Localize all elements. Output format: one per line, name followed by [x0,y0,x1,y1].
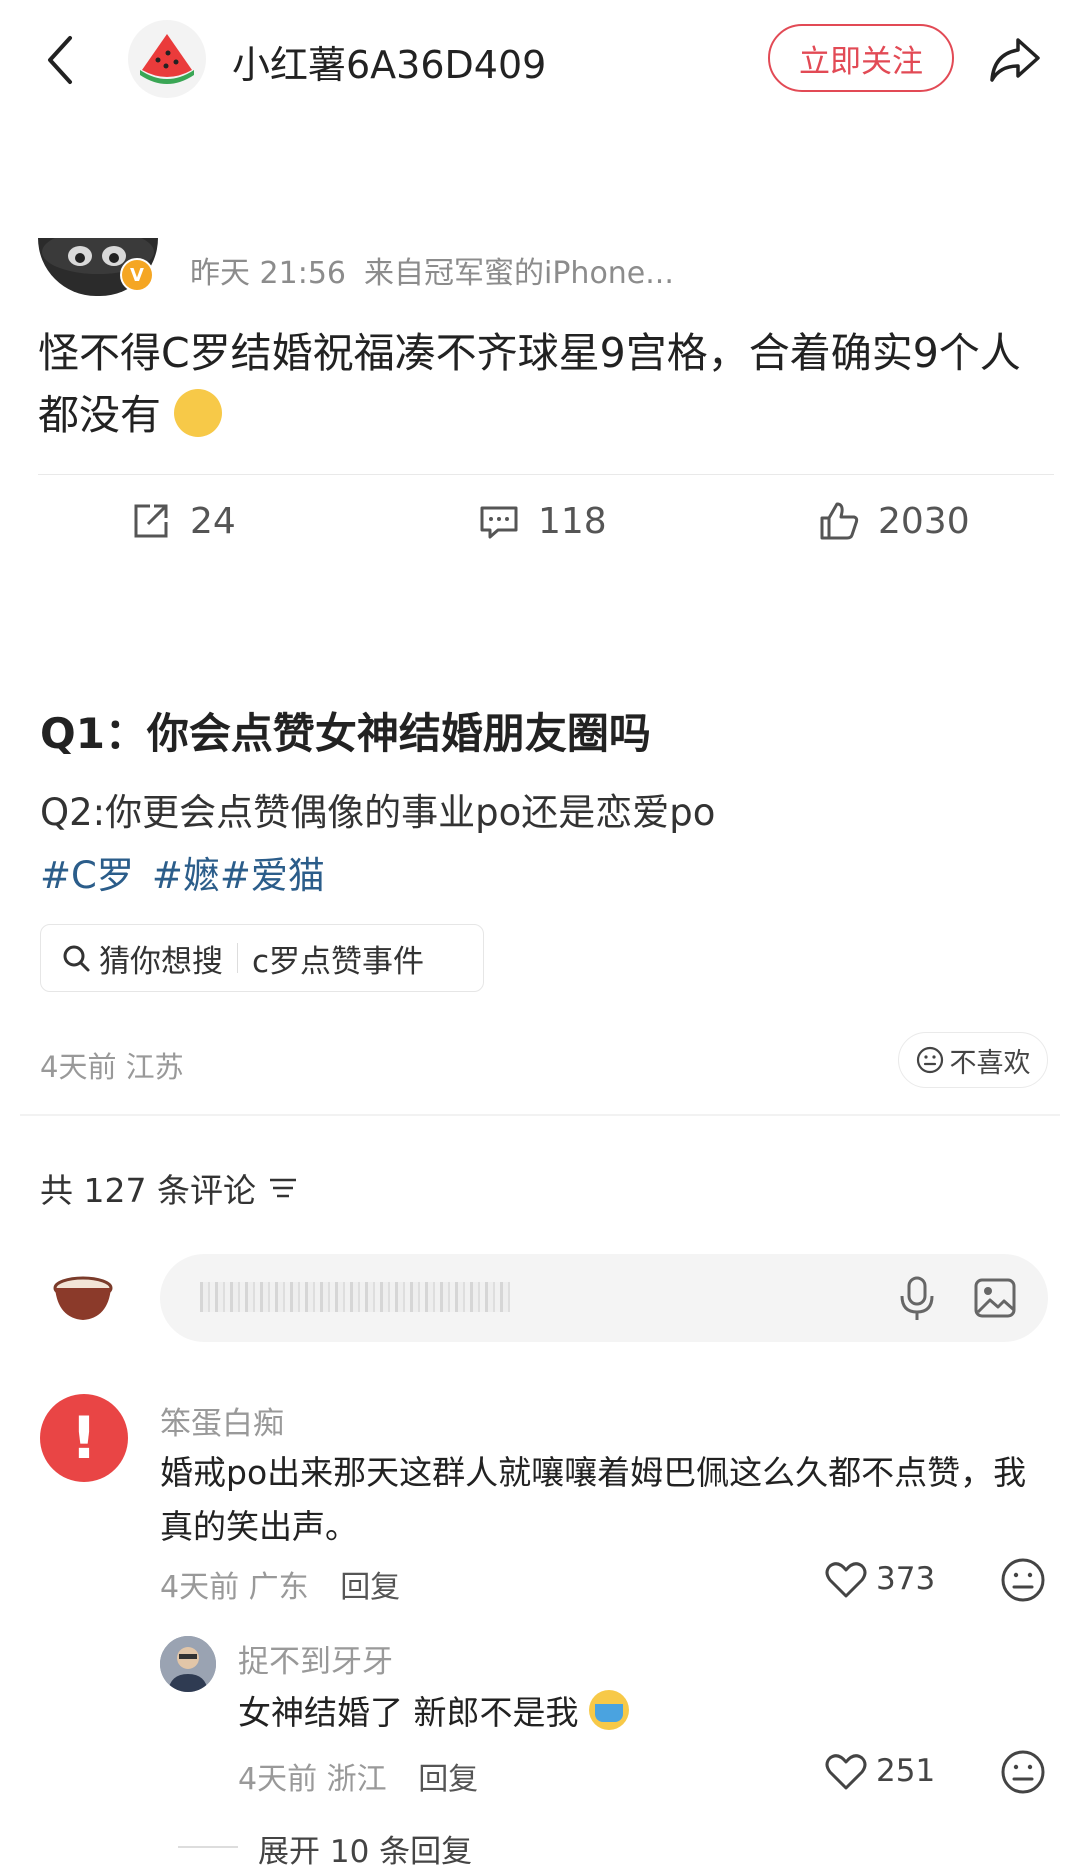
chevron-left-icon [48,36,72,84]
weibo-source: 来自冠军蜜的iPhone... [364,256,674,291]
heart-icon [825,1754,867,1790]
post-tags: #C罗 #嬷#爱猫 [40,845,343,899]
comment-count-label: 共 127 条评论 [40,1171,256,1210]
reply-like-count: 251 [876,1753,936,1789]
neutral-face-icon [1001,1558,1045,1602]
reply-meta: 4天前 浙江 回复 [238,1754,478,1798]
post-title: Q1：你会点赞女神结婚朋友圈吗 [40,709,651,758]
person-photo-icon [160,1636,216,1692]
divider [38,474,1054,475]
comment-text: 婚戒po出来那天这群人就嚷嚷着姆巴佩这么久都不点赞，我真的笑出声。 [160,1453,1027,1546]
dislike-button[interactable]: 不喜欢 [898,1032,1048,1088]
share-button[interactable] [986,32,1042,88]
input-placeholder-blurred [200,1282,510,1312]
heart-icon [825,1562,867,1598]
sort-icon [269,1178,296,1198]
comment-count-header[interactable]: 共 127 条评论 [40,1164,298,1212]
microphone-icon [900,1276,934,1320]
image-icon [974,1278,1016,1318]
vip-badge: V [120,258,154,292]
post-location: 江苏 [125,1050,184,1084]
back-button[interactable] [40,30,80,90]
weibo-time: 昨天 21:56 [190,256,346,291]
like-stat-count: 2030 [878,500,970,542]
reply-date: 4天前 [238,1762,318,1797]
guess-search-chip[interactable]: 猜你想搜 c罗点赞事件 [40,924,484,992]
reply-dislike-button[interactable] [1000,1749,1046,1799]
follow-button[interactable]: 立即关注 [768,24,954,92]
reply-like-button[interactable]: 251 [824,1750,935,1792]
author-avatar[interactable] [128,20,206,98]
post-date: 4天前 [40,1050,117,1084]
comment-meta: 4天前 广东 回复 [160,1562,400,1606]
sweat-emoji-icon [174,389,223,437]
author-name[interactable]: 小红薯6A36D409 [232,34,546,89]
reply-text-content: 女神结婚了 新郎不是我 [238,1693,579,1732]
image-input-button[interactable] [972,1276,1018,1320]
reply-commenter-avatar[interactable] [160,1636,216,1692]
search-icon [63,945,90,972]
reply-button[interactable]: 回复 [340,1570,400,1605]
comment-like-count: 373 [876,1561,936,1597]
my-avatar [52,1268,114,1324]
repost-icon [134,504,168,538]
reply-button[interactable]: 回复 [418,1762,478,1797]
guess-label: 猜你想搜 [99,943,223,980]
like-stat[interactable]: 2030 [818,500,970,542]
share-arrow-icon [990,38,1040,82]
reply-location: 浙江 [326,1762,387,1797]
commenter-name[interactable]: 笨蛋白痴 [160,1398,284,1443]
reply-text: 女神结婚了 新郎不是我 [238,1686,1038,1740]
neutral-face-icon [1001,1750,1045,1794]
crying-emoji-icon [589,1690,629,1730]
comment-dislike-button[interactable] [1000,1557,1046,1607]
post-meta: 4天前 江苏 [40,1044,184,1086]
tag-link[interactable]: #嬷#爱猫 [152,854,325,897]
repost-count: 24 [190,500,236,542]
weibo-text: 怪不得C罗结婚祝福凑不齐球星9宫格，合着确实9个人都没有 [38,322,1048,446]
voice-input-button[interactable] [895,1274,939,1322]
expand-divider [178,1846,238,1848]
bowl-avatar-icon [53,1276,113,1320]
dislike-label: 不喜欢 [949,1047,1031,1079]
post-body: Q2:你更会点赞偶像的事业po还是恋爱po [40,791,716,834]
comment-date: 4天前 [160,1570,240,1605]
comment-stat-count: 118 [538,500,607,542]
section-divider [20,1114,1060,1116]
expand-replies-button[interactable]: 展开 10 条回复 [258,1826,472,1866]
tag-link[interactable]: #C罗 [40,854,134,897]
comment-like-button[interactable]: 373 [824,1558,935,1600]
watermelon-icon [140,34,194,84]
comment-icon [480,506,518,539]
comment-stat[interactable]: 118 [478,500,607,542]
separator [237,943,238,973]
guess-query: c罗点赞事件 [252,943,425,980]
commenter-avatar[interactable]: ! [40,1394,128,1482]
thumbs-up-icon [820,502,859,540]
weibo-meta: 昨天 21:56 来自冠军蜜的iPhone... [190,248,692,292]
neutral-face-icon [916,1046,943,1074]
reply-commenter-name[interactable]: 捉不到牙牙 [238,1636,393,1681]
repost-stat[interactable]: 24 [130,500,236,542]
comment-location: 广东 [248,1570,309,1605]
